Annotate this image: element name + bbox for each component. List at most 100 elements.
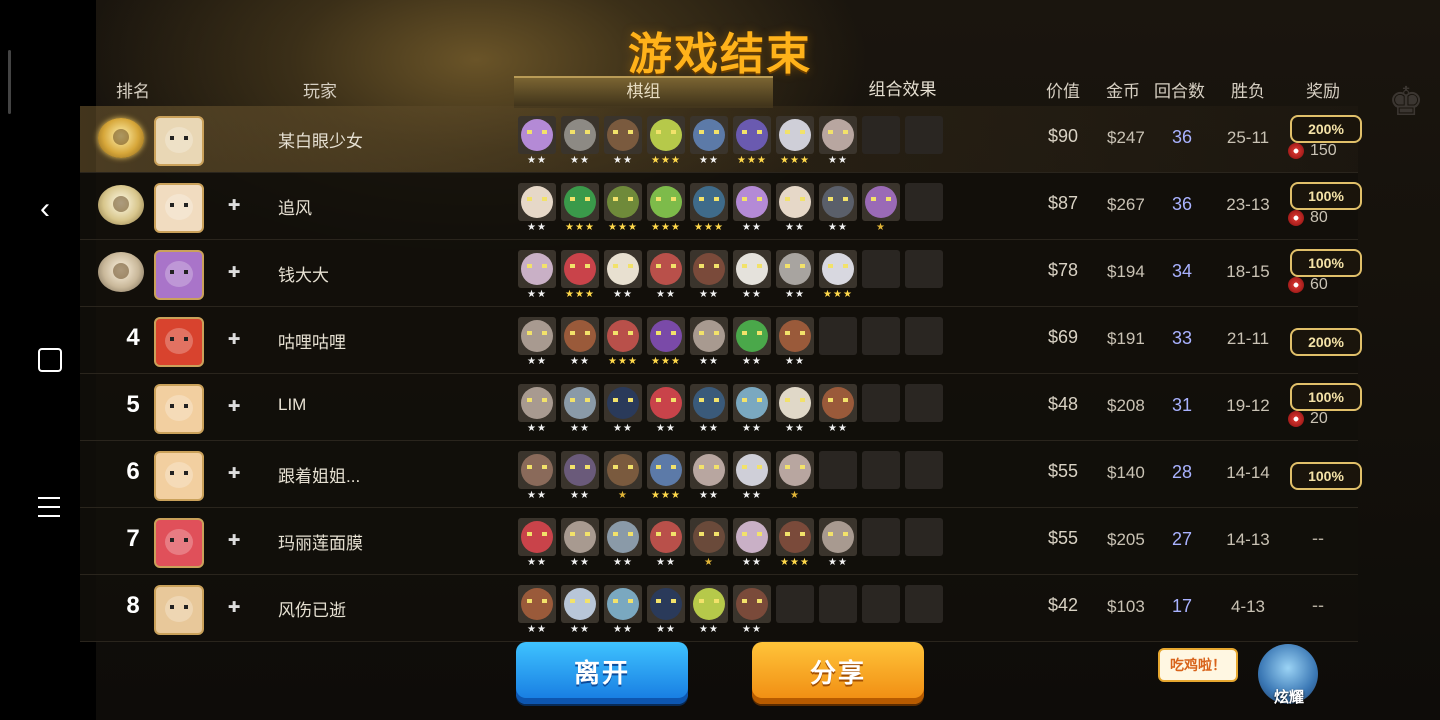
chess-piece[interactable]	[647, 384, 685, 422]
table-row[interactable]: 8 ✚ 风伤已逝 ★★ ★★ ★★ ★★ ★★ ★★ $42 $103 17 4-13 --	[80, 575, 1358, 642]
chess-piece[interactable]	[647, 250, 685, 288]
chess-piece[interactable]	[561, 384, 599, 422]
table-row[interactable]: ✚ 追风 ★★ ★★★ ★★★ ★★★ ★★★ ★★ ★★ ★★ ★ $87 $267 36 23-13 10…	[80, 173, 1362, 240]
chess-piece[interactable]	[561, 585, 599, 623]
chess-piece[interactable]	[733, 451, 771, 489]
chess-piece[interactable]	[518, 451, 556, 489]
star-level-icon: ★★	[613, 557, 633, 568]
chess-piece[interactable]	[561, 317, 599, 355]
chess-piece[interactable]	[604, 250, 642, 288]
reward-amount-value: 60	[1310, 276, 1328, 293]
player-name: 某白眼少女	[278, 132, 363, 151]
chess-piece[interactable]	[604, 317, 642, 355]
chess-piece[interactable]	[690, 384, 728, 422]
chess-piece[interactable]	[690, 585, 728, 623]
chess-piece[interactable]	[819, 384, 857, 422]
chess-piece[interactable]	[819, 250, 857, 288]
chess-piece[interactable]	[561, 250, 599, 288]
chess-piece[interactable]	[604, 183, 642, 221]
avatar[interactable]	[154, 451, 204, 501]
chess-piece[interactable]	[733, 384, 771, 422]
add-friend-icon[interactable]: ✚	[225, 398, 243, 416]
chess-piece[interactable]	[647, 518, 685, 556]
avatar[interactable]	[154, 317, 204, 367]
empty-slot	[819, 451, 857, 489]
chess-piece[interactable]	[776, 317, 814, 355]
chess-piece[interactable]	[819, 116, 857, 154]
chess-piece[interactable]	[604, 116, 642, 154]
chess-piece[interactable]	[518, 317, 556, 355]
add-friend-icon[interactable]: ✚	[225, 465, 243, 483]
tab-synergy[interactable]: 组合效果	[773, 76, 1032, 106]
chess-piece[interactable]	[647, 585, 685, 623]
chess-piece[interactable]	[776, 250, 814, 288]
chess-piece[interactable]	[690, 317, 728, 355]
star-level-icon: ★★★	[651, 222, 681, 233]
chess-piece[interactable]	[518, 518, 556, 556]
tab-pieces[interactable]: 棋组	[514, 76, 773, 108]
chess-piece[interactable]	[733, 183, 771, 221]
gold-amount: $208	[1107, 396, 1145, 415]
avatar[interactable]	[154, 183, 204, 233]
table-row[interactable]: 4 ✚ 咕哩咕哩 ★★ ★★ ★★★ ★★★ ★★ ★★ ★★ $69 $191 33 21-11 200%	[80, 307, 1362, 374]
avatar[interactable]	[154, 384, 204, 434]
chess-piece[interactable]	[690, 183, 728, 221]
avatar[interactable]	[154, 250, 204, 300]
avatar[interactable]	[154, 116, 204, 166]
chess-piece[interactable]	[647, 116, 685, 154]
chess-piece[interactable]	[776, 384, 814, 422]
chess-piece[interactable]	[561, 183, 599, 221]
chess-piece[interactable]	[561, 116, 599, 154]
chess-piece[interactable]	[776, 183, 814, 221]
table-row[interactable]: 某白眼少女 ★★ ★★ ★★ ★★★ ★★ ★★★ ★★★ ★★ $90 $247 36 25-11 20…	[80, 106, 1362, 173]
back-icon[interactable]: ‹	[40, 194, 64, 224]
chess-piece[interactable]	[690, 250, 728, 288]
chess-piece[interactable]	[647, 317, 685, 355]
chess-piece[interactable]	[862, 183, 900, 221]
chess-piece[interactable]	[733, 585, 771, 623]
chess-piece[interactable]	[647, 451, 685, 489]
chess-piece[interactable]	[518, 384, 556, 422]
chess-piece[interactable]	[518, 250, 556, 288]
chess-piece[interactable]	[518, 183, 556, 221]
add-friend-icon[interactable]: ✚	[225, 197, 243, 215]
chess-piece[interactable]	[561, 451, 599, 489]
leave-button[interactable]: 离开	[516, 642, 688, 704]
chess-piece[interactable]	[776, 116, 814, 154]
add-friend-icon[interactable]: ✚	[225, 331, 243, 349]
reward-badge: 100%	[1290, 383, 1362, 411]
chess-piece[interactable]	[819, 518, 857, 556]
chess-piece[interactable]	[690, 116, 728, 154]
chess-piece[interactable]	[690, 451, 728, 489]
chess-piece[interactable]	[518, 585, 556, 623]
avatar[interactable]	[154, 518, 204, 568]
home-icon[interactable]	[38, 348, 62, 372]
player-name: 玛丽莲面膜	[278, 534, 363, 553]
show-off-label[interactable]: 炫耀	[1262, 686, 1316, 707]
chess-piece[interactable]	[561, 518, 599, 556]
table-row[interactable]: ✚ 钱大大 ★★ ★★★ ★★ ★★ ★★ ★★ ★★ ★★★ $78 $194 34 18-15 100%…	[80, 240, 1362, 307]
avatar[interactable]	[154, 585, 204, 635]
chess-piece[interactable]	[604, 518, 642, 556]
chess-piece[interactable]	[604, 451, 642, 489]
chess-piece[interactable]	[733, 116, 771, 154]
chess-piece[interactable]	[819, 183, 857, 221]
chess-piece[interactable]	[733, 250, 771, 288]
chess-piece[interactable]	[518, 116, 556, 154]
chess-piece[interactable]	[604, 585, 642, 623]
add-friend-icon[interactable]: ✚	[225, 599, 243, 617]
chess-piece[interactable]	[776, 451, 814, 489]
chess-piece[interactable]	[776, 518, 814, 556]
table-row[interactable]: 7 ✚ 玛丽莲面膜 ★★ ★★ ★★ ★★ ★ ★★ ★★★ ★★ $55 $205 27 14-13 --	[80, 508, 1358, 575]
chess-piece[interactable]	[733, 317, 771, 355]
chess-piece[interactable]	[690, 518, 728, 556]
table-row[interactable]: 5 ✚ LIM ★★ ★★ ★★ ★★ ★★ ★★ ★★ ★★ $48 $208 31 19-12 100% 2…	[80, 374, 1362, 441]
chess-piece[interactable]	[733, 518, 771, 556]
menu-icon[interactable]	[38, 497, 60, 519]
add-friend-icon[interactable]: ✚	[225, 532, 243, 550]
add-friend-icon[interactable]: ✚	[225, 264, 243, 282]
chess-piece[interactable]	[647, 183, 685, 221]
table-row[interactable]: 6 ✚ 跟着姐姐... ★★ ★★ ★ ★★★ ★★ ★★ ★ $55 $140 28 14-14 100%	[80, 441, 1362, 508]
share-button[interactable]: 分享	[752, 642, 924, 704]
chess-piece[interactable]	[604, 384, 642, 422]
